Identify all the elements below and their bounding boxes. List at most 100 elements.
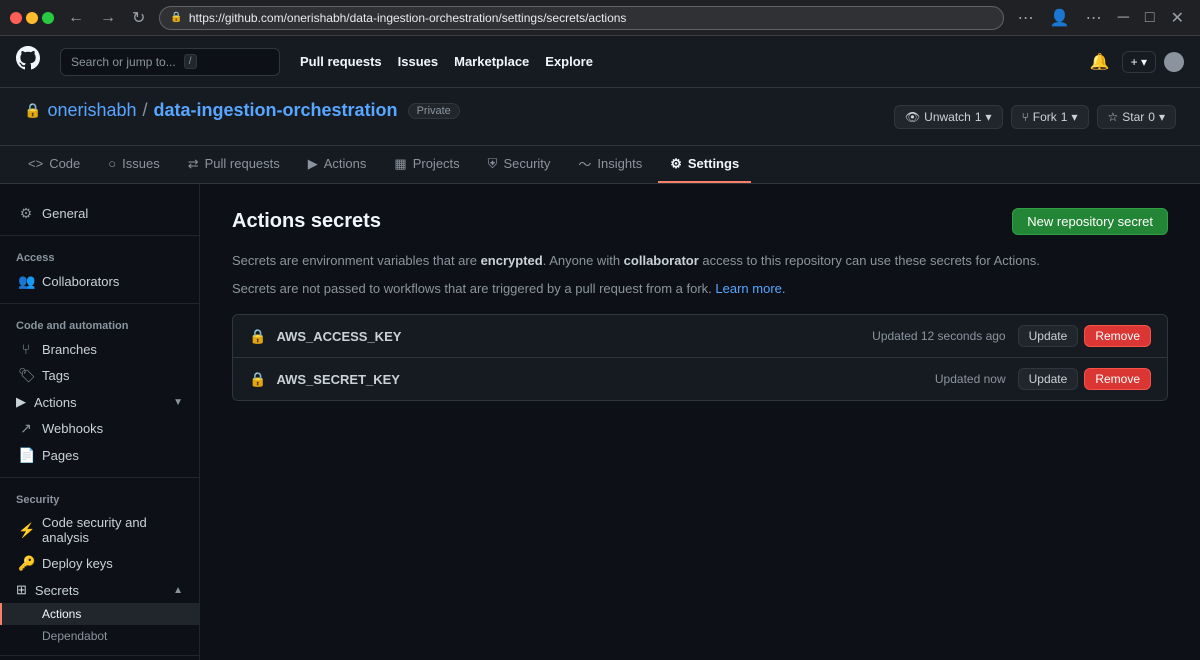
close-browser-button[interactable]: ✕ <box>1165 6 1190 30</box>
nav-explore[interactable]: Explore <box>545 54 593 69</box>
sidebar-webhooks-label: Webhooks <box>42 421 103 436</box>
update-secret-2-button[interactable]: Update <box>1018 368 1079 390</box>
sidebar-item-secrets[interactable]: ⊞ Secrets ▲ <box>0 577 199 603</box>
sidebar-item-webhooks[interactable]: ↗ Webhooks <box>0 415 199 442</box>
content-header: Actions secrets New repository secret <box>232 208 1168 235</box>
search-placeholder: Search or jump to... <box>71 55 176 69</box>
tab-actions[interactable]: ▶ Actions <box>296 146 379 183</box>
repo-actions: 👁 Unwatch 1 ▾ ⑂ Fork 1 ▾ ☆ Star 0 ▾ <box>894 105 1176 129</box>
repo-owner-link[interactable]: onerishabh <box>47 100 136 121</box>
secret-name-2: AWS_SECRET_KEY <box>276 372 934 387</box>
remove-secret-1-button[interactable]: Remove <box>1084 325 1151 347</box>
browser-chrome: ← → ↻ 🔒 https://github.com/onerishabh/da… <box>0 0 1200 36</box>
profile-button[interactable]: 👤 <box>1044 6 1076 30</box>
minimize-window-button[interactable] <box>26 12 38 24</box>
repo-title-row: 🔒 onerishabh / data-ingestion-orchestrat… <box>24 100 1176 133</box>
secrets-list: 🔒 AWS_ACCESS_KEY Updated 12 seconds ago … <box>232 314 1168 401</box>
remove-secret-2-button[interactable]: Remove <box>1084 368 1151 390</box>
sidebar-divider-1 <box>0 235 199 236</box>
tab-insights[interactable]: 〜 Insights <box>566 146 654 183</box>
sidebar-item-branches[interactable]: ⑂ Branches <box>0 336 199 362</box>
branches-icon: ⑂ <box>18 341 34 357</box>
secrets-icon: ⊞ <box>16 582 27 598</box>
new-secret-button[interactable]: New repository secret <box>1012 208 1168 235</box>
github-logo[interactable] <box>16 46 40 77</box>
content-title: Actions secrets <box>232 210 381 233</box>
collaborator-text: collaborator <box>624 253 699 268</box>
repo-name-link[interactable]: data-ingestion-orchestration <box>154 100 398 121</box>
pr-icon: ⇄ <box>188 156 199 172</box>
settings-sidebar: ⚙ General Access 👥 Collaborators Code an… <box>0 184 200 660</box>
back-button[interactable]: ← <box>62 6 90 30</box>
more-button[interactable]: ⋯ <box>1080 6 1108 30</box>
insights-icon: 〜 <box>578 154 591 173</box>
collaborators-icon: 👥 <box>18 273 34 290</box>
actions-chevron-icon: ▼ <box>173 397 183 408</box>
secret-actions-1: Update Remove <box>1018 325 1151 347</box>
actions-sidebar-icon: ▶ <box>16 394 26 410</box>
close-window-button[interactable] <box>10 12 22 24</box>
secrets-chevron-icon: ▲ <box>173 585 183 596</box>
maximize-window-button[interactable] <box>42 12 54 24</box>
repo-separator: / <box>143 100 148 121</box>
code-security-icon: ⚡ <box>18 522 34 539</box>
sidebar-access-section: Access <box>0 244 199 268</box>
projects-icon: ▦ <box>394 156 406 172</box>
sidebar-branches-label: Branches <box>42 342 97 357</box>
unwatch-button[interactable]: 👁 Unwatch 1 ▾ <box>894 105 1003 129</box>
tab-code[interactable]: <> Code <box>16 146 92 183</box>
general-icon: ⚙ <box>18 205 34 222</box>
sidebar-item-tags[interactable]: 🏷 Tags <box>0 362 199 389</box>
update-secret-1-button[interactable]: Update <box>1018 325 1079 347</box>
reload-button[interactable]: ↻ <box>126 6 151 30</box>
private-lock-icon: 🔒 <box>24 102 41 119</box>
sidebar-code-security-label: Code security and analysis <box>42 515 183 545</box>
fork-button[interactable]: ⑂ Fork 1 ▾ <box>1011 105 1089 129</box>
security-icon: ⛨ <box>488 156 498 172</box>
address-bar[interactable]: 🔒 https://github.com/onerishabh/data-ing… <box>159 6 1003 30</box>
restore-browser-button[interactable]: □ <box>1139 6 1161 30</box>
settings-content: Actions secrets New repository secret Se… <box>200 184 1200 660</box>
create-new-button[interactable]: + ▾ <box>1122 51 1156 73</box>
nav-issues[interactable]: Issues <box>398 54 438 69</box>
tab-settings[interactable]: ⚙ Settings <box>658 146 751 183</box>
avatar[interactable] <box>1164 52 1184 72</box>
extensions-button[interactable]: ⋯ <box>1012 6 1040 30</box>
forward-button[interactable]: → <box>94 6 122 30</box>
issues-icon: ○ <box>108 156 116 171</box>
sidebar-general-label: General <box>42 206 88 221</box>
fork-icon: ⑂ <box>1022 110 1029 124</box>
tab-pull-requests[interactable]: ⇄ Pull requests <box>176 146 292 183</box>
encrypted-text: encrypted <box>481 253 543 268</box>
sidebar-item-collaborators[interactable]: 👥 Collaborators <box>0 268 199 295</box>
secret-actions-2: Update Remove <box>1018 368 1151 390</box>
repo-title: 🔒 onerishabh / data-ingestion-orchestrat… <box>24 100 460 121</box>
sidebar-item-general[interactable]: ⚙ General <box>0 200 199 227</box>
star-button[interactable]: ☆ Star 0 ▾ <box>1097 105 1177 129</box>
nav-pull-requests[interactable]: Pull requests <box>300 54 382 69</box>
sidebar-sub-item-dependabot[interactable]: Dependabot <box>0 625 199 647</box>
secret-name-1: AWS_ACCESS_KEY <box>276 329 872 344</box>
nav-marketplace[interactable]: Marketplace <box>454 54 529 69</box>
browser-right-actions: ⋯ 👤 ⋯ ─ □ ✕ <box>1012 6 1190 30</box>
tab-projects[interactable]: ▦ Projects <box>382 146 471 183</box>
search-input[interactable]: Search or jump to... / <box>60 48 280 76</box>
tab-security[interactable]: ⛨ Security <box>476 146 563 183</box>
sidebar-item-code-security[interactable]: ⚡ Code security and analysis <box>0 510 199 550</box>
browser-navigation: ← → ↻ <box>62 6 151 30</box>
star-label: Star <box>1122 110 1144 124</box>
secret-updated-1: Updated 12 seconds ago <box>872 329 1005 343</box>
sidebar-actions-left: ▶ Actions <box>16 394 77 410</box>
sidebar-item-actions[interactable]: ▶ Actions ▼ <box>0 389 199 415</box>
tab-issues[interactable]: ○ Issues <box>96 146 171 183</box>
sidebar-item-pages[interactable]: 📄 Pages <box>0 442 199 469</box>
learn-more-link[interactable]: Learn more. <box>715 281 785 296</box>
github-header-right: 🔔 + ▾ <box>1086 48 1184 76</box>
secret-item-aws-secret-key: 🔒 AWS_SECRET_KEY Updated now Update Remo… <box>233 358 1167 400</box>
minimize-browser-button[interactable]: ─ <box>1112 6 1135 30</box>
sidebar-item-deploy-keys[interactable]: 🔑 Deploy keys <box>0 550 199 577</box>
notifications-button[interactable]: 🔔 <box>1086 48 1114 76</box>
deploy-keys-icon: 🔑 <box>18 555 34 572</box>
sidebar-sub-item-actions[interactable]: Actions <box>0 603 199 625</box>
actions-icon: ▶ <box>308 156 318 172</box>
